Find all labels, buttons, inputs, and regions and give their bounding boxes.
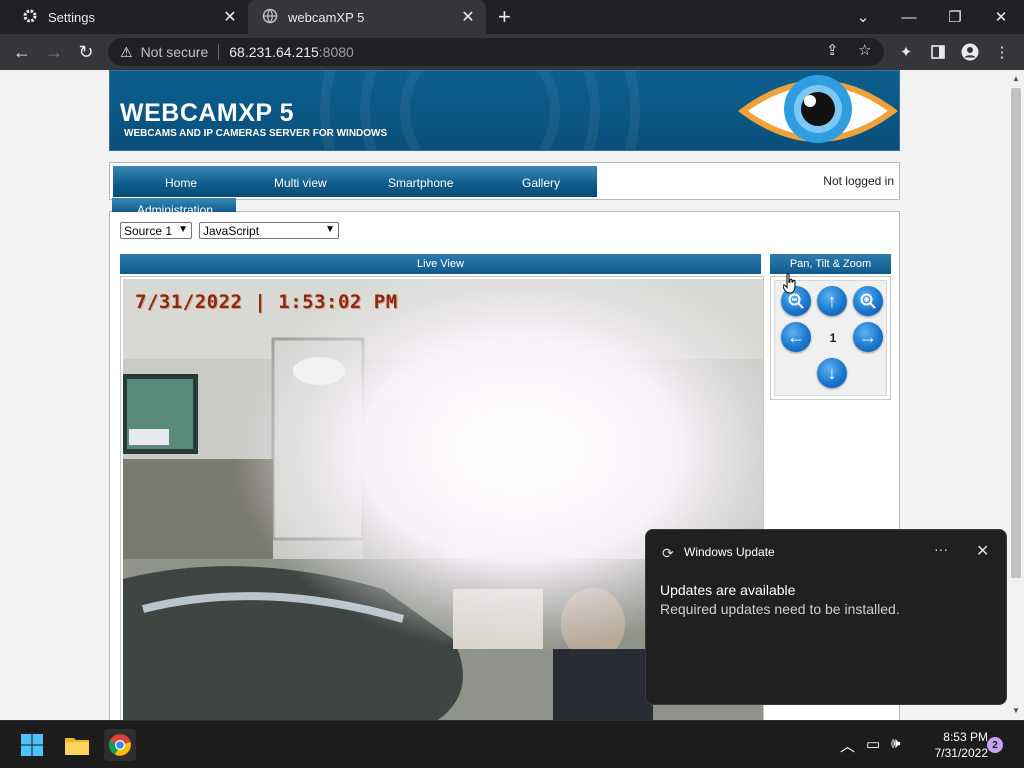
nav-gallery-link[interactable]: Gallery xyxy=(522,176,560,190)
scroll-up-icon[interactable]: ▲ xyxy=(1011,74,1021,83)
address-bar[interactable]: ⚠ Not secure 68.231.64.215 :8080 xyxy=(108,38,884,66)
arrow-left-icon: ← xyxy=(787,326,805,347)
browser-toolbar: ← → ↻ ⚠ Not secure 68.231.64.215 :8080 ⇪… xyxy=(0,34,1024,70)
zoom-in-button[interactable] xyxy=(853,286,883,316)
profile-icon[interactable] xyxy=(960,42,980,62)
ptz-preset-number: 1 xyxy=(829,331,837,345)
back-button[interactable]: ← xyxy=(10,40,34,64)
tab-title: webcamXP 5 xyxy=(288,9,365,25)
toast-app-name: Windows Update xyxy=(684,545,775,559)
windows-taskbar: ︿ ▭ 🕪 8:53 PM 7/31/2022 2 xyxy=(0,720,1024,768)
gear-icon xyxy=(22,8,38,27)
zoom-in-icon xyxy=(860,293,876,309)
globe-icon xyxy=(262,8,278,27)
toast-body: Required updates need to be installed. xyxy=(660,601,900,617)
clock-time: 8:53 PM xyxy=(943,730,988,744)
folder-icon xyxy=(65,738,89,755)
tilt-down-button[interactable]: ↓ xyxy=(817,358,847,388)
forward-button[interactable]: → xyxy=(42,40,66,64)
arrow-up-icon: ↑ xyxy=(827,290,837,311)
menu-kebab-icon[interactable]: ⋮ xyxy=(992,42,1012,62)
file-explorer-button[interactable] xyxy=(61,729,93,761)
site-banner: WEBCAMXP 5 WEBCAMS AND IP CAMERAS SERVER… xyxy=(109,70,900,151)
chrome-taskbar-button[interactable] xyxy=(104,729,136,761)
url-host: 68.231.64.215 xyxy=(229,44,319,60)
tab-webcamxp[interactable]: webcamXP 5 ✕ xyxy=(248,0,486,34)
arrow-right-icon: → xyxy=(859,326,877,347)
banner-decoration xyxy=(400,71,560,150)
close-tab-icon[interactable]: ✕ xyxy=(222,7,238,27)
close-icon[interactable]: ✕ xyxy=(976,541,989,561)
divider xyxy=(218,44,220,60)
reload-button[interactable]: ↻ xyxy=(74,40,98,64)
windows-logo-icon xyxy=(21,734,43,756)
warning-icon: ⚠ xyxy=(120,43,133,60)
start-button[interactable] xyxy=(16,729,48,761)
pan-right-button[interactable]: → xyxy=(853,322,883,352)
chrome-icon xyxy=(108,734,131,756)
tab-title: Settings xyxy=(48,9,95,25)
eye-logo-icon xyxy=(738,75,898,143)
tilt-up-button[interactable]: ↑ xyxy=(817,286,847,316)
system-clock[interactable]: 8:53 PM 7/31/2022 xyxy=(912,729,988,761)
source-select[interactable]: Source 1 ▼ xyxy=(120,222,192,239)
network-icon[interactable]: ▭ xyxy=(866,735,880,753)
browser-tabstrip: Settings ✕ webcamXP 5 ✕ + ⌄ — ❐ ✕ xyxy=(0,0,1024,34)
tab-settings[interactable]: Settings ✕ xyxy=(8,0,248,34)
close-window-button[interactable]: ✕ xyxy=(978,0,1024,34)
ptz-header: Pan, Tilt & Zoom xyxy=(770,254,891,274)
viewer-mode-select[interactable]: JavaScript ▼ xyxy=(199,222,339,239)
refresh-icon: ⟳ xyxy=(662,545,674,561)
arrow-down-icon: ↓ xyxy=(827,362,837,383)
url-port: :8080 xyxy=(318,44,354,60)
source-select-value: Source 1 xyxy=(124,223,173,238)
camera-timestamp: 7/31/2022 | 1:53:02 PM xyxy=(135,291,398,313)
toast-title: Updates are available xyxy=(660,582,796,598)
tab-search-icon[interactable]: ⌄ xyxy=(840,0,886,34)
notification-badge[interactable]: 2 xyxy=(987,737,1003,753)
extensions-icon[interactable]: ✦ xyxy=(896,42,916,62)
minimize-button[interactable]: — xyxy=(886,0,932,34)
nav-home-link[interactable]: Home xyxy=(165,176,197,190)
pan-left-button[interactable]: ← xyxy=(781,322,811,352)
chevron-down-icon: ▼ xyxy=(325,224,335,235)
site-title: WEBCAMXP 5 xyxy=(120,99,295,127)
scroll-down-icon[interactable]: ▼ xyxy=(1011,706,1021,715)
nav-smartphone-link[interactable]: Smartphone xyxy=(388,176,453,190)
site-subtitle: WEBCAMS AND IP CAMERAS SERVER FOR WINDOW… xyxy=(124,128,388,139)
login-status: Not logged in xyxy=(823,174,894,188)
volume-icon[interactable]: 🕪 xyxy=(891,735,900,752)
live-view-header: Live View xyxy=(120,254,761,274)
hand-cursor-icon xyxy=(783,273,796,294)
share-icon[interactable]: ⇪ xyxy=(826,41,839,59)
scroll-thumb[interactable] xyxy=(1011,88,1021,578)
close-tab-icon[interactable]: ✕ xyxy=(460,7,476,27)
new-tab-button[interactable]: + xyxy=(498,6,511,28)
clock-date: 7/31/2022 xyxy=(934,746,988,760)
tray-chevron-up-icon[interactable]: ︿ xyxy=(840,735,855,756)
security-label: Not secure xyxy=(140,44,209,60)
windows-update-toast[interactable]: ⟳ Windows Update ··· ✕ Updates are avail… xyxy=(645,529,1007,705)
nav-strip: Home Multi view Smartphone Gallery xyxy=(113,166,597,197)
chevron-down-icon: ▼ xyxy=(178,224,188,235)
nav-administration-link[interactable]: Administration xyxy=(112,198,236,212)
viewer-mode-value: JavaScript xyxy=(203,223,260,238)
main-navbar: Home Multi view Smartphone Gallery Not l… xyxy=(109,162,900,200)
nav-administration-label: Administration xyxy=(137,203,214,212)
nav-multiview-link[interactable]: Multi view xyxy=(274,176,327,190)
side-panel-icon[interactable] xyxy=(928,42,948,62)
bookmark-star-icon[interactable]: ☆ xyxy=(858,41,871,59)
restore-button[interactable]: ❐ xyxy=(932,0,978,34)
more-options-icon[interactable]: ··· xyxy=(934,541,948,557)
page-scrollbar[interactable]: ▲ ▼ xyxy=(1008,70,1024,720)
